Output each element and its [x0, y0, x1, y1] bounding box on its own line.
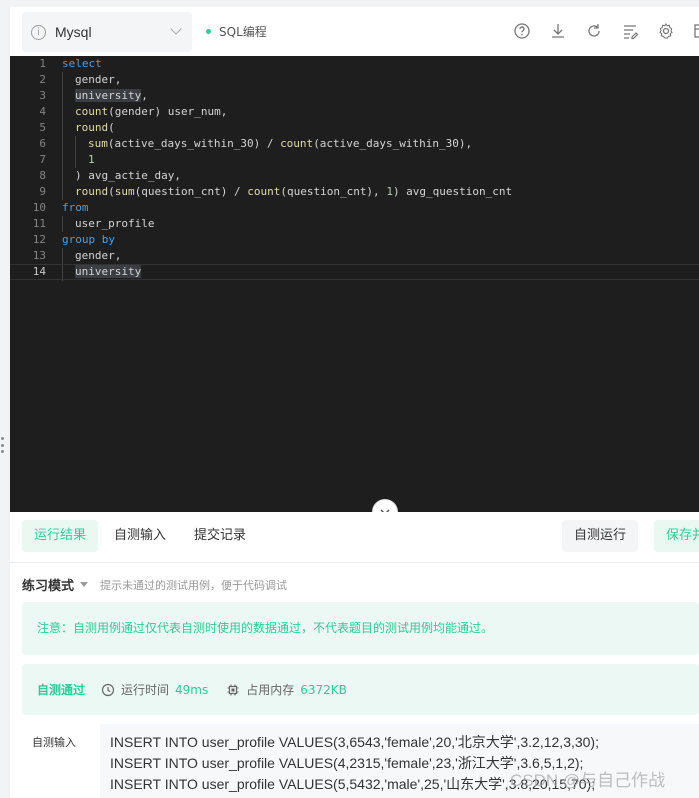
run-time-value: 49ms	[175, 682, 209, 697]
question-circle-icon: i	[31, 24, 46, 40]
format-icon[interactable]	[620, 21, 640, 41]
editor-toolbar: i Mysql SQL编程	[10, 7, 699, 56]
code-line: 4 count(gender) user_num,	[39, 104, 228, 120]
save-submit-button[interactable]: 保存并提交	[654, 520, 699, 552]
language-select[interactable]: i Mysql	[22, 12, 192, 52]
memory-value: 6372KB	[300, 682, 347, 697]
panel-drag-handle[interactable]	[1, 437, 5, 453]
code-editor[interactable]: 1 select 2 gender, 3 university, 4 count(gen…	[10, 56, 699, 512]
code-line: 71	[39, 152, 95, 168]
code-line: 13 gender,	[32, 248, 122, 264]
code-line: 2 gender,	[39, 72, 122, 88]
code-line: 6 sum(active_days_within_30) / count(acti…	[39, 136, 473, 152]
result-status: 自测通过	[37, 683, 86, 697]
code-line: 10 from	[32, 201, 89, 214]
settings-icon[interactable]	[656, 21, 676, 41]
tab-selftest-input[interactable]: 自测输入	[102, 520, 178, 552]
refresh-icon[interactable]	[584, 21, 604, 41]
code-line: 5 round(	[39, 120, 115, 136]
code-line: 11 user_profile	[32, 216, 155, 232]
mode-indicator: SQL编程	[206, 23, 267, 40]
mode-label: SQL编程	[219, 25, 267, 39]
clock-icon	[101, 683, 115, 696]
code-line: 9 round(sum(question_cnt) / count(questio…	[39, 184, 513, 200]
practice-mode-label: 练习模式	[22, 579, 75, 594]
code-line: 1 select	[39, 57, 102, 70]
selftest-run-button[interactable]: 自测运行	[562, 520, 639, 552]
code-line: 12 group by	[32, 233, 115, 246]
code-line: 3 university,	[39, 88, 148, 104]
selftest-input-label: 自测输入	[32, 736, 76, 749]
run-time: 运行时间 49ms	[101, 681, 208, 698]
language-value: Mysql	[55, 24, 92, 40]
divider	[10, 562, 699, 563]
watermark: CSDN @与自己作战	[510, 771, 666, 790]
tab-submission-history[interactable]: 提交记录	[182, 520, 258, 552]
chip-icon	[227, 684, 239, 695]
practice-mode-select[interactable]: 练习模式 提示未通过的测试用例，便于代码调试	[22, 575, 288, 595]
status-dot	[206, 29, 211, 34]
notice-banner: 注意：自测用例通过仅代表自测时使用的数据通过，不代表题目的测试用例均能通过。	[22, 602, 699, 655]
input-line: INSERT INTO user_profile VALUES(3,6543,'…	[110, 734, 599, 750]
code-line: 8) avg_actie_day,	[39, 168, 181, 184]
chevron-down-icon	[170, 23, 182, 35]
code-line-current: 14 university	[10, 264, 699, 281]
result-panel: 运行结果 自测输入 提交记录 自测运行 保存并提交 练习模式 提示未通过的测试用…	[10, 512, 699, 798]
practice-mode-hint: 提示未通过的测试用例，便于代码调试	[100, 578, 288, 592]
memory-usage: 占用内存 6372KB	[226, 681, 347, 698]
tab-run-result[interactable]: 运行结果	[22, 520, 99, 552]
help-icon[interactable]	[512, 21, 532, 41]
download-icon[interactable]	[548, 21, 568, 41]
window-icon[interactable]	[692, 21, 699, 41]
result-banner: 自测通过 运行时间 49ms 占用内存 6372KB	[22, 664, 699, 715]
caret-down-icon	[80, 582, 89, 587]
